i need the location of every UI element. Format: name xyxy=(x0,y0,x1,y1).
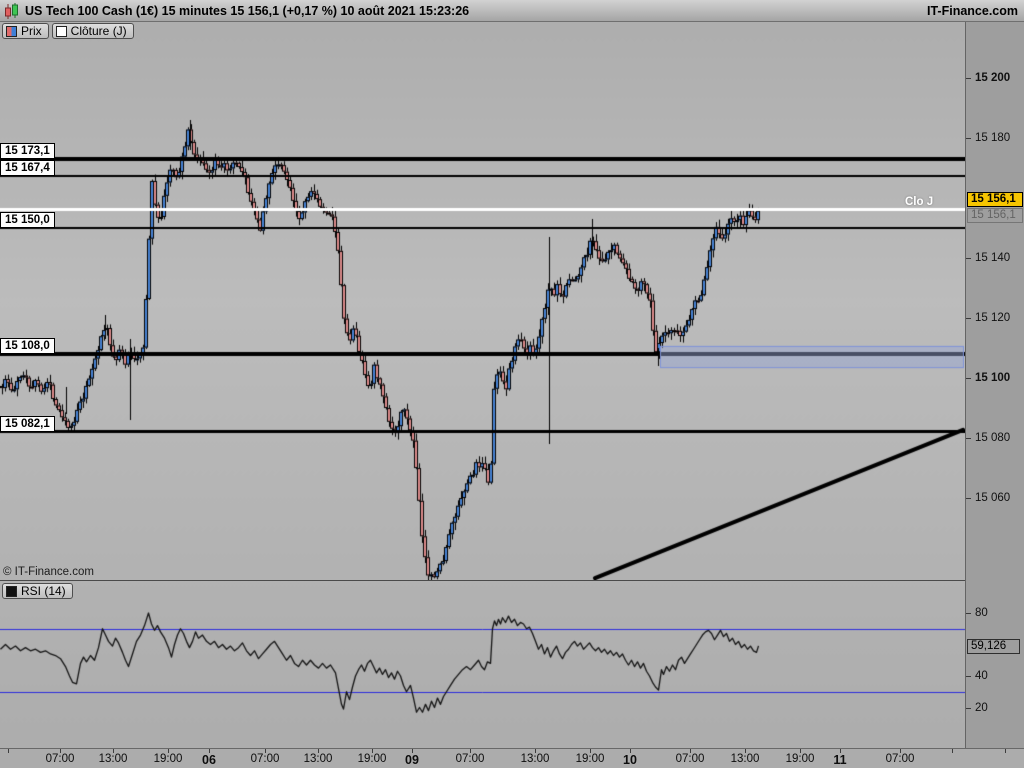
time-axis-label: 19:00 xyxy=(575,753,605,765)
main-chart-canvas[interactable] xyxy=(0,22,965,580)
price-axis[interactable]: 15 200 15 180 15 140 15 120 15 100 15 080 15 0… xyxy=(965,22,1024,748)
axis-tick-mark xyxy=(966,78,971,79)
trading-app-window: US Tech 100 Cash (1€) 15 minutes 15 156,… xyxy=(0,0,1024,768)
clo-j-line-label: Clo J xyxy=(905,195,934,208)
title-bar: US Tech 100 Cash (1€) 15 minutes 15 156,… xyxy=(0,0,1024,22)
daily-close-label: Clôture (J) xyxy=(70,24,127,38)
time-axis-label: 13:00 xyxy=(520,753,550,765)
time-axis-label: 13:00 xyxy=(730,753,760,765)
daily-close-tag: 15 156,1 xyxy=(967,208,1023,223)
price-axis-label: 15 180 xyxy=(975,132,1011,144)
pane-divider[interactable] xyxy=(0,580,965,581)
price-axis-label: 15 200 xyxy=(975,72,1011,84)
candlestick-window-icon xyxy=(5,2,18,19)
price-level-label: 15 150,0 xyxy=(0,212,55,228)
axis-tick-mark xyxy=(966,138,971,139)
rsi-chart-canvas[interactable] xyxy=(0,581,965,748)
rsi-value-tag: 59,126 xyxy=(967,639,1020,654)
rsi-axis-label: 80 xyxy=(975,607,988,619)
time-axis-label: 13:00 xyxy=(303,753,333,765)
price-axis-label: 15 120 xyxy=(975,312,1011,324)
time-tick-mark xyxy=(1005,749,1006,753)
daily-close-button[interactable]: Clôture (J) xyxy=(51,23,134,39)
price-axis-label: 15 100 xyxy=(975,372,1011,384)
time-axis-day-label: 09 xyxy=(405,753,419,767)
axis-tick-mark xyxy=(966,378,971,379)
price-level-label: 15 108,0 xyxy=(0,338,55,354)
rsi-indicator-label: RSI (14) xyxy=(21,584,66,598)
brand-label: IT-Finance.com xyxy=(927,3,1018,18)
daily-close-icon xyxy=(55,25,67,37)
price-level-label: 15 082,1 xyxy=(0,415,55,432)
price-level-label: 15 173,1 xyxy=(0,142,55,159)
rsi-indicator-icon xyxy=(6,585,17,597)
price-level-label: 15 167,4 xyxy=(0,159,55,176)
price-axis-label: 15 060 xyxy=(975,492,1011,504)
time-axis-label: 07:00 xyxy=(250,753,280,765)
time-axis-day-label: 11 xyxy=(833,753,847,767)
axis-tick-mark xyxy=(966,708,971,709)
page-title: US Tech 100 Cash (1€) 15 minutes 15 156,… xyxy=(25,3,470,18)
time-axis-label: 19:00 xyxy=(357,753,387,765)
time-tick-mark xyxy=(952,749,953,753)
axis-tick-mark xyxy=(966,258,971,259)
legend-row: Prix Clôture (J) xyxy=(2,23,134,39)
copyright-label: © IT-Finance.com xyxy=(3,566,94,578)
time-axis[interactable]: 07:00 13:00 19:00 06 07:00 13:00 19:00 09 07:00 1… xyxy=(0,748,1024,768)
axis-tick-mark xyxy=(966,318,971,319)
time-axis-label: 07:00 xyxy=(675,753,705,765)
time-axis-label: 19:00 xyxy=(785,753,815,765)
price-series-button[interactable]: Prix xyxy=(2,23,49,39)
axis-tick-mark xyxy=(966,498,971,499)
axis-tick-mark xyxy=(966,438,971,439)
time-axis-label: 07:00 xyxy=(455,753,485,765)
time-axis-label: 19:00 xyxy=(153,753,183,765)
time-axis-label: 13:00 xyxy=(98,753,128,765)
price-series-label: Prix xyxy=(21,24,42,38)
rsi-indicator-button[interactable]: RSI (14) xyxy=(2,583,73,599)
time-axis-day-label: 10 xyxy=(623,753,637,767)
rsi-axis-label: 20 xyxy=(975,702,988,714)
price-series-icon xyxy=(6,25,17,37)
price-axis-label: 15 140 xyxy=(975,252,1011,264)
rsi-axis-label: 40 xyxy=(975,670,988,682)
price-axis-label: 15 080 xyxy=(975,432,1011,444)
time-axis-label: 07:00 xyxy=(45,753,75,765)
axis-tick-mark xyxy=(966,676,971,677)
time-tick-mark xyxy=(8,749,9,753)
last-price-tag: 15 156,1 xyxy=(967,192,1023,207)
time-axis-label: 07:00 xyxy=(885,753,915,765)
time-axis-day-label: 06 xyxy=(202,753,216,767)
axis-tick-mark xyxy=(966,613,971,614)
